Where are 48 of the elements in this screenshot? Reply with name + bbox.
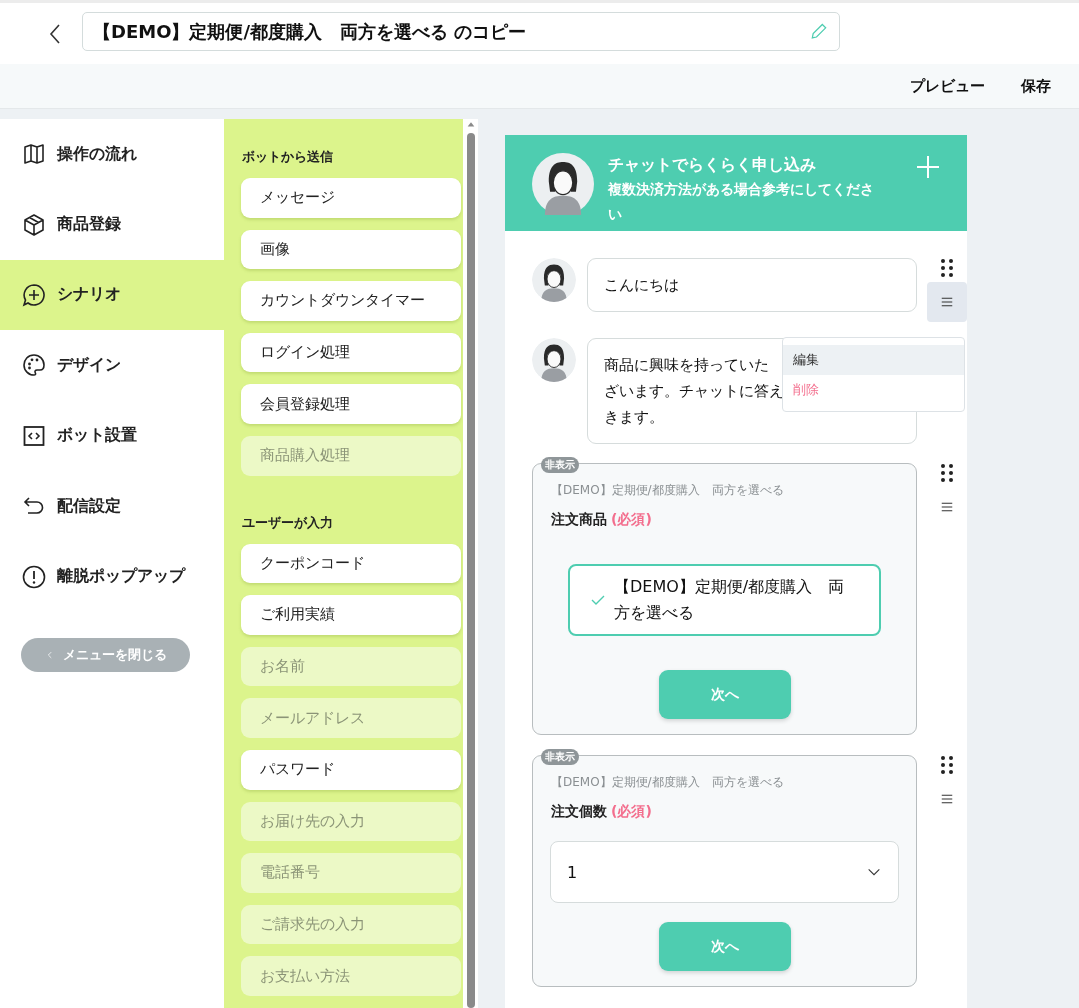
section-heading: ユーザーが入力 — [242, 513, 334, 532]
avatar-icon — [532, 153, 594, 215]
required-label: (必須) — [611, 511, 652, 529]
chat-title: チャットでらくらく申し込み — [608, 154, 817, 176]
required-label: (必須) — [611, 803, 652, 821]
nav-item[interactable]: 配信設定 — [0, 470, 224, 542]
drag-handle-icon[interactable] — [940, 463, 954, 483]
scrollbar[interactable] — [463, 119, 478, 1008]
drag-handle-icon[interactable] — [940, 755, 954, 775]
option-card[interactable]: 【DEMO】定期便/都度購入 両方を選べる — [568, 564, 881, 636]
avatar-icon — [532, 338, 576, 382]
palette-icon — [22, 353, 46, 378]
nav-item[interactable]: 商品登録 — [0, 189, 224, 260]
palette-item[interactable]: パスワード — [241, 749, 461, 790]
nav-item[interactable]: 操作の流れ — [0, 119, 224, 190]
plus-icon[interactable] — [916, 155, 940, 179]
toolbar-button[interactable]: 保存 — [1021, 72, 1051, 100]
field-label: 注文個数 — [551, 803, 607, 821]
chat-plus-icon — [22, 282, 46, 307]
field-label: 注文商品 — [551, 511, 607, 529]
nav-item[interactable]: デザイン — [0, 330, 224, 401]
title-field[interactable]: 【DEMO】定期便/都度購入 両方を選べる のコピー — [82, 12, 840, 51]
hidden-badge: 非表示 — [541, 749, 579, 765]
card-caption: 【DEMO】定期便/都度購入 両方を選べる — [551, 482, 785, 499]
message-bubble: こんにちは — [587, 258, 917, 312]
book-icon — [22, 142, 46, 167]
card-caption: 【DEMO】定期便/都度購入 両方を選べる — [551, 774, 785, 791]
toolbar-button[interactable]: プレビュー — [910, 72, 985, 100]
nav-item[interactable]: シナリオ — [0, 259, 224, 331]
section-heading: ボットから送信 — [242, 148, 334, 166]
menu-item[interactable]: 編集 — [783, 345, 964, 375]
exclamation-icon — [22, 564, 46, 589]
nav-item[interactable]: ボット設置 — [0, 400, 224, 471]
code-icon — [22, 423, 46, 448]
palette-item[interactable]: 会員登録処理 — [241, 384, 461, 424]
chat-subtitle: 複数決済方法がある場合参考にしてください — [608, 180, 875, 224]
hidden-badge: 非表示 — [541, 457, 579, 473]
palette-item[interactable]: メッセージ — [241, 178, 461, 218]
palette-item[interactable]: 画像 — [241, 229, 461, 270]
box-icon — [22, 212, 46, 237]
drag-handle-icon[interactable] — [940, 258, 954, 278]
palette-item[interactable]: ご利用実績 — [241, 595, 461, 635]
palette-item[interactable]: ログイン処理 — [241, 332, 461, 373]
palette-item[interactable]: カウントダウンタイマー — [241, 281, 461, 321]
palette-item[interactable]: クーポンコード — [241, 543, 461, 584]
quantity-select[interactable]: 1 — [550, 841, 899, 903]
nav-item[interactable]: 離脱ポップアップ — [0, 541, 224, 612]
avatar-icon — [532, 258, 576, 302]
